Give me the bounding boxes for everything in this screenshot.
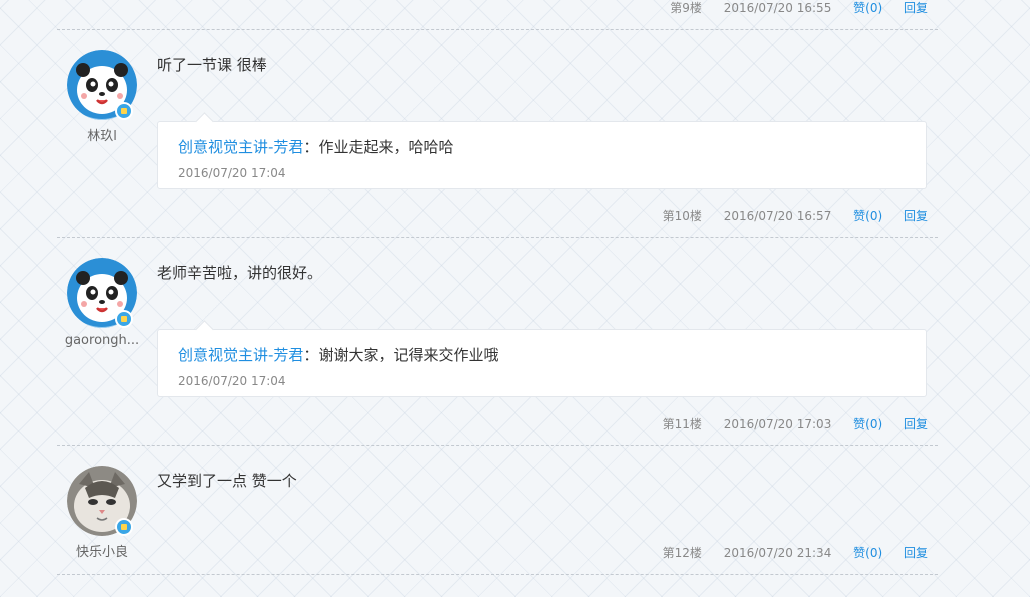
reply-text: 作业走起来，哈哈哈 [318, 138, 454, 156]
reply-button[interactable]: 回复 [904, 414, 928, 434]
divider [57, 237, 938, 238]
reply-separator: ： [303, 346, 319, 364]
like-button[interactable]: 赞(0) [853, 543, 882, 563]
reply-text: 谢谢大家，记得来交作业哦 [318, 346, 499, 364]
floor-number: 第11楼 [662, 417, 702, 431]
member-badge-icon [115, 102, 133, 120]
floor-number: 第10楼 [662, 209, 702, 223]
comment-item: 林玖l 听了一节课 很棒 创意视觉主讲-芳君：作业走起来，哈哈哈 2016/07… [57, 37, 938, 237]
divider [57, 29, 938, 30]
reply-line: 创意视觉主讲-芳君：谢谢大家，记得来交作业哦 [178, 344, 498, 365]
reply-button[interactable]: 回复 [904, 543, 928, 563]
floor-number: 第9楼 [670, 1, 702, 15]
post-meta: 第10楼 2016/07/20 16:57 赞(0) 回复 [663, 206, 928, 226]
reply-button[interactable]: 回复 [904, 206, 928, 226]
post-meta: 第9楼 2016/07/20 16:55 赞(0) 回复 [670, 0, 928, 18]
reply-author-link[interactable]: 创意视觉主讲-芳君 [178, 346, 303, 364]
post-date: 2016/07/20 16:57 [723, 209, 832, 223]
post-date: 2016/07/20 21:34 [723, 546, 832, 560]
reply-author-link[interactable]: 创意视觉主讲-芳君 [178, 138, 303, 156]
member-badge-icon [115, 518, 133, 536]
post-date: 2016/07/20 16:55 [723, 1, 832, 15]
username[interactable]: 林玖l [57, 125, 147, 144]
comment-text: 又学到了一点 赞一个 [157, 472, 297, 490]
like-button[interactable]: 赞(0) [853, 0, 882, 18]
author-reply-box: 创意视觉主讲-芳君：谢谢大家，记得来交作业哦 2016/07/20 17:04 [157, 329, 927, 397]
reply-separator: ： [303, 138, 319, 156]
post-meta: 第11楼 2016/07/20 17:03 赞(0) 回复 [663, 414, 928, 434]
comment-item: gaorongh... 老师辛苦啦，讲的很好。 创意视觉主讲-芳君：谢谢大家，记… [57, 245, 938, 445]
post-date: 2016/07/20 17:03 [723, 417, 832, 431]
author-reply-box: 创意视觉主讲-芳君：作业走起来，哈哈哈 2016/07/20 17:04 [157, 121, 927, 189]
like-button[interactable]: 赞(0) [853, 206, 882, 226]
reply-time: 2016/07/20 17:04 [178, 374, 286, 388]
comment-text: 老师辛苦啦，讲的很好。 [157, 264, 323, 282]
reply-line: 创意视觉主讲-芳君：作业走起来，哈哈哈 [178, 136, 453, 157]
username[interactable]: gaorongh... [57, 333, 147, 348]
divider [57, 445, 938, 446]
reply-time: 2016/07/20 17:04 [178, 166, 286, 180]
member-badge-icon [115, 310, 133, 328]
reply-button[interactable]: 回复 [904, 0, 928, 18]
divider [57, 574, 938, 575]
comment-item: 快乐小良 又学到了一点 赞一个 第12楼 2016/07/20 21:34 赞(… [57, 453, 938, 573]
username[interactable]: 快乐小良 [57, 541, 147, 560]
post-meta: 第12楼 2016/07/20 21:34 赞(0) 回复 [663, 543, 928, 563]
comment-text: 听了一节课 很棒 [157, 56, 267, 74]
like-button[interactable]: 赞(0) [853, 414, 882, 434]
floor-number: 第12楼 [662, 546, 702, 560]
